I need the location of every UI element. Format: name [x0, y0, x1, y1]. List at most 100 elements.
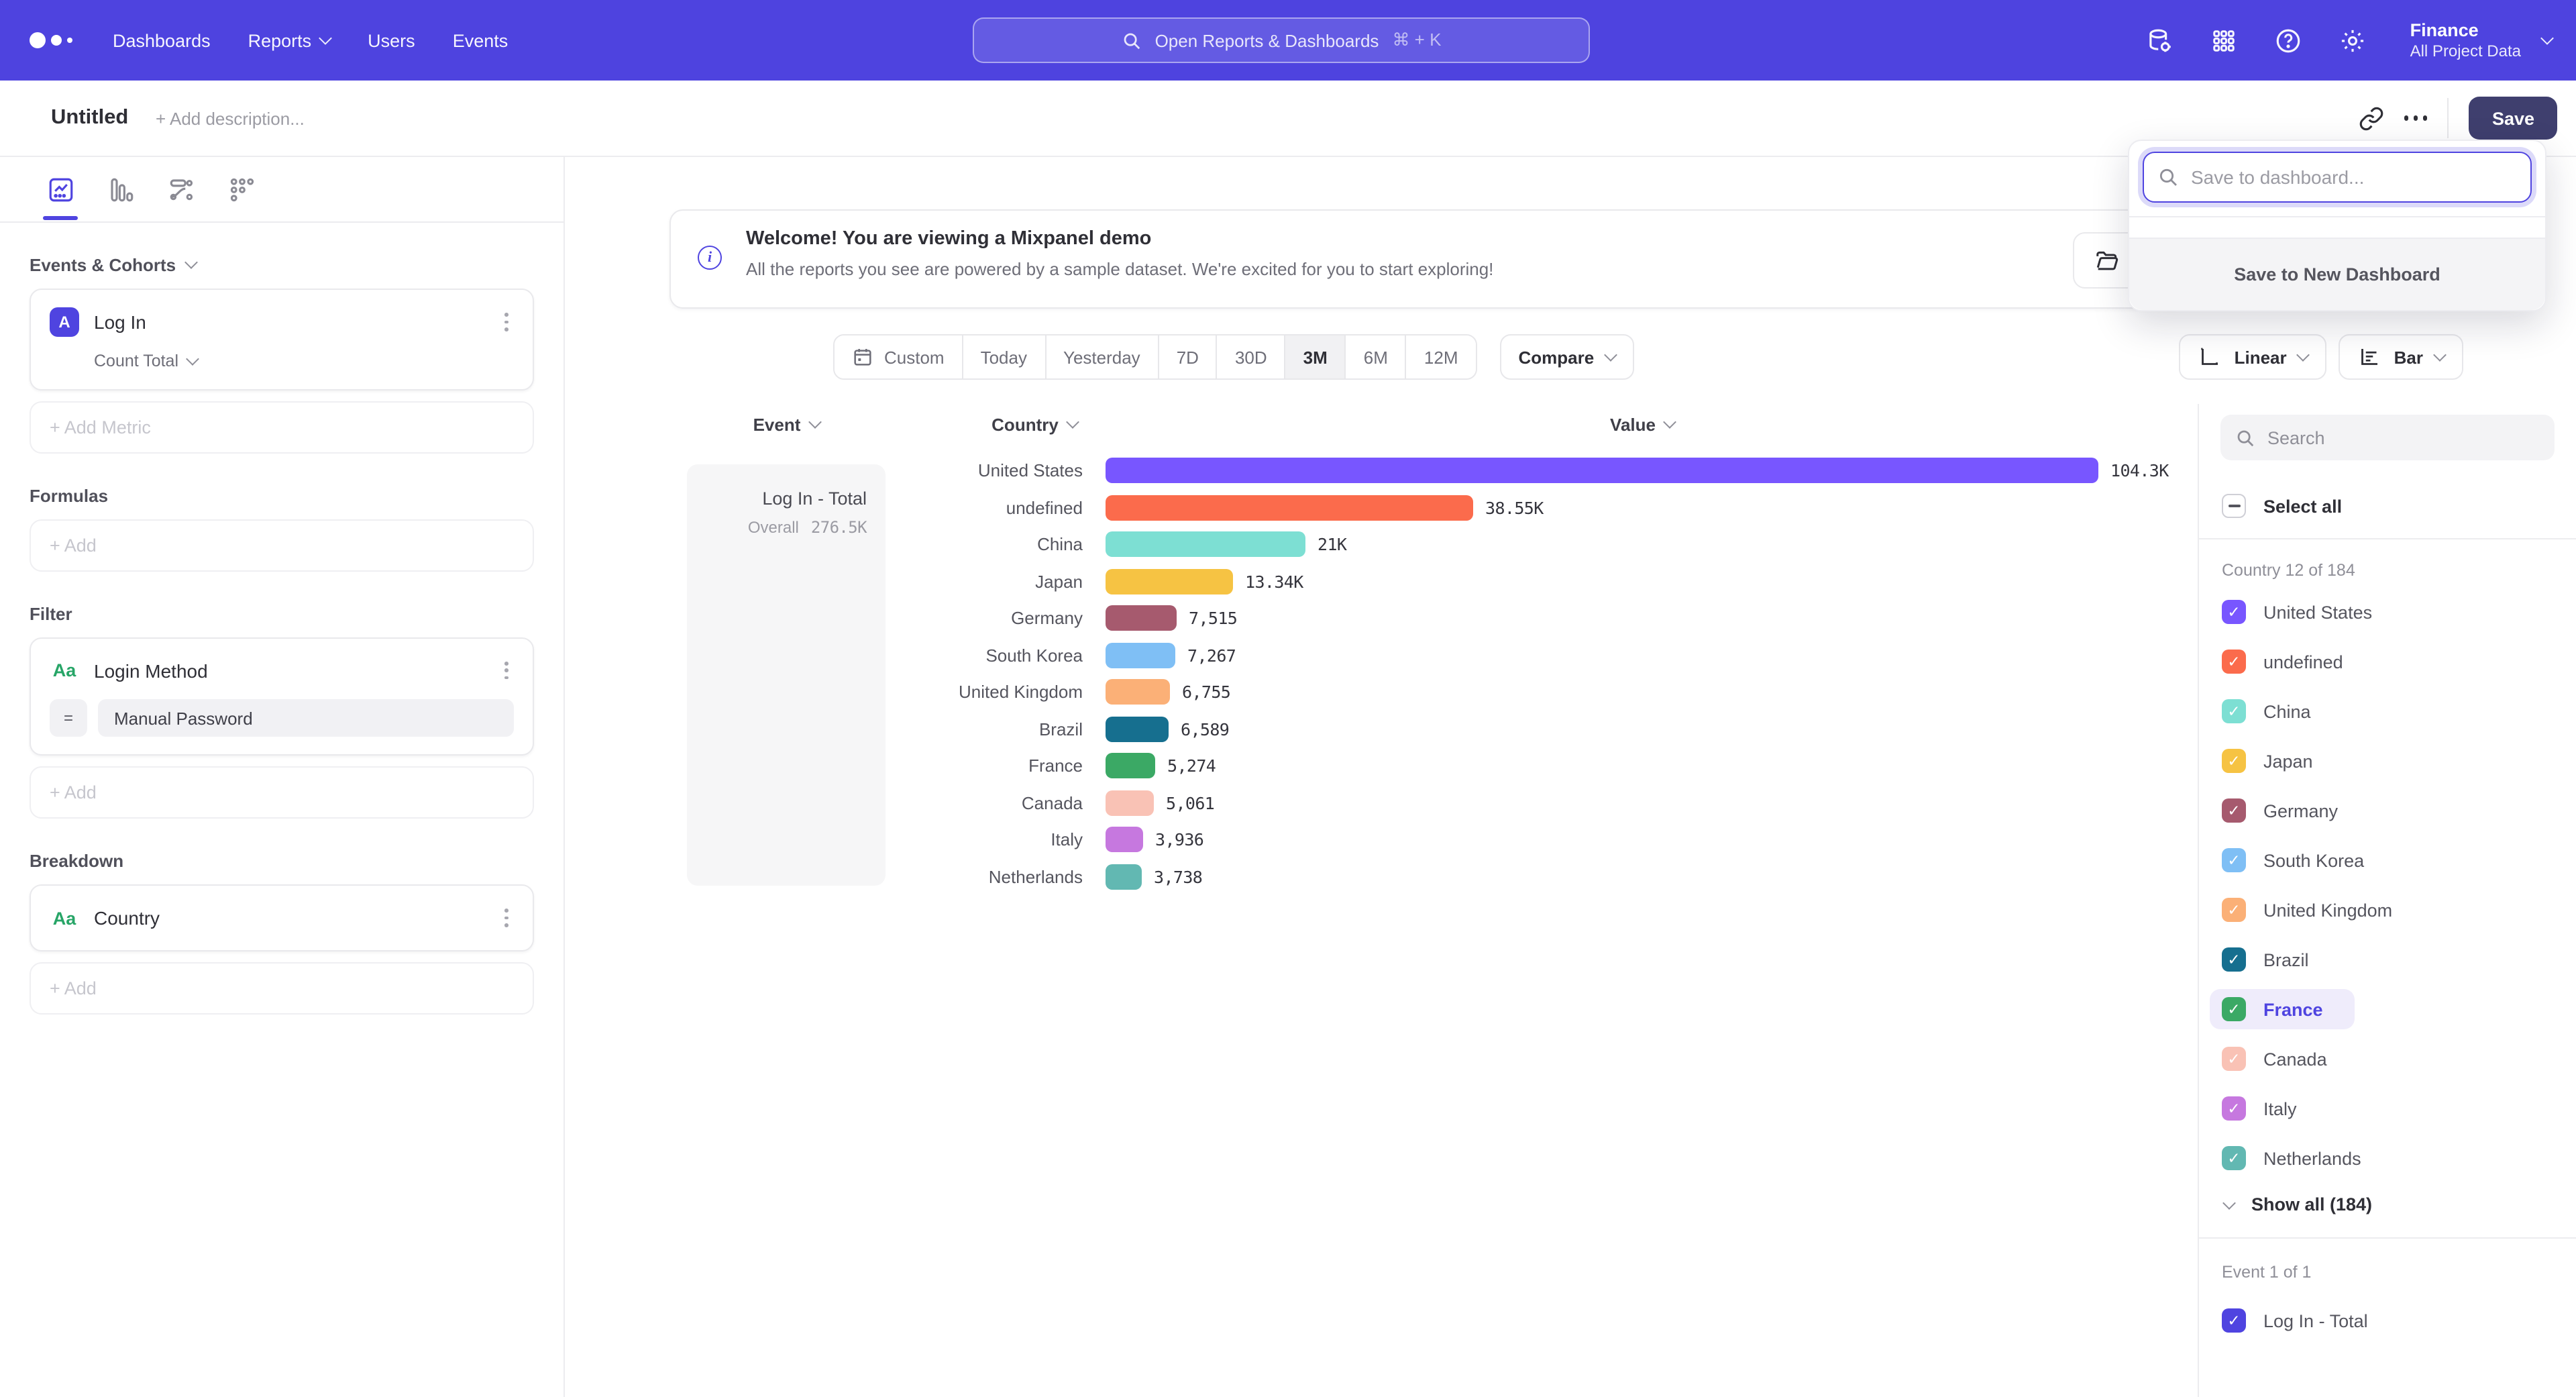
tab-flows[interactable]	[158, 166, 204, 212]
copy-link-icon[interactable]	[2359, 105, 2384, 131]
filter-header: Filter	[30, 604, 534, 624]
kebab-menu-icon[interactable]	[499, 308, 514, 337]
tab-funnels[interactable]	[98, 166, 144, 212]
chart-bar[interactable]	[1106, 532, 1305, 558]
chart-bar[interactable]	[1106, 754, 1155, 779]
range-today[interactable]: Today	[962, 335, 1044, 378]
checkbox-checked[interactable]: ✓	[2222, 1146, 2246, 1170]
scale-selector-button[interactable]: Linear	[2180, 334, 2327, 380]
filter-operator[interactable]: =	[50, 700, 87, 737]
legend-country-row[interactable]: ✓Italy	[2210, 1088, 2565, 1129]
chart-row: Germany7,515	[900, 600, 2184, 637]
show-all-button[interactable]: Show all (184)	[2224, 1194, 2555, 1214]
range-12m[interactable]: 12M	[1405, 335, 1476, 378]
tab-retention[interactable]	[219, 166, 264, 212]
legend-country-row[interactable]: ✓Canada	[2210, 1039, 2565, 1079]
help-icon[interactable]	[2273, 25, 2303, 55]
range-custom[interactable]: Custom	[835, 335, 962, 378]
more-options-icon[interactable]	[2404, 116, 2428, 121]
chart-type-selector-button[interactable]: Bar	[2339, 334, 2463, 380]
legend-event-row[interactable]: ✓ Log In - Total	[2210, 1300, 2565, 1341]
nav-item-users[interactable]: Users	[368, 30, 415, 50]
legend-country-row[interactable]: ✓Netherlands	[2210, 1138, 2565, 1178]
chart-bar[interactable]	[1106, 569, 1233, 594]
checkbox-checked[interactable]: ✓	[2222, 997, 2246, 1021]
checkbox-checked[interactable]: ✓	[2222, 947, 2246, 972]
range-3m[interactable]: 3M	[1285, 335, 1345, 378]
range-30d[interactable]: 30D	[1216, 335, 1285, 378]
add-description-button[interactable]: + Add description...	[156, 109, 305, 129]
chart-bar[interactable]	[1106, 606, 1177, 631]
legend-country-row[interactable]: ✓South Korea	[2210, 840, 2565, 880]
compare-button[interactable]: Compare	[1500, 334, 1635, 380]
chart-bar[interactable]	[1106, 864, 1142, 890]
metric-event-name[interactable]: Log In	[94, 311, 146, 333]
add-metric-button[interactable]: + Add Metric	[30, 401, 534, 454]
save-button[interactable]: Save	[2469, 97, 2557, 140]
breakdown-property-name[interactable]: Country	[94, 907, 160, 929]
range-yesterday[interactable]: Yesterday	[1044, 335, 1158, 378]
legend-country-row[interactable]: ✓France	[2210, 989, 2355, 1029]
checkbox-checked[interactable]: ✓	[2222, 1047, 2246, 1071]
save-dashboard-search-input[interactable]	[2191, 166, 2517, 188]
filter-card[interactable]: Aa Login Method = Manual Password	[30, 637, 534, 756]
save-dashboard-search[interactable]	[2143, 152, 2532, 203]
save-to-new-dashboard-button[interactable]: Save to New Dashboard	[2129, 238, 2545, 310]
add-breakdown-button[interactable]: + Add	[30, 962, 534, 1015]
checkbox-checked[interactable]: ✓	[2222, 1308, 2246, 1333]
kebab-menu-icon[interactable]	[499, 656, 514, 685]
nav-right-group: Finance All Project Data	[2145, 0, 2552, 81]
nav-item-dashboards[interactable]: Dashboards	[113, 30, 211, 50]
column-header-value[interactable]: Value	[1106, 415, 2179, 435]
legend-country-row[interactable]: ✓Japan	[2210, 741, 2565, 781]
checkbox-checked[interactable]: ✓	[2222, 650, 2246, 674]
legend-country-row[interactable]: ✓Brazil	[2210, 939, 2565, 980]
range-7d[interactable]: 7D	[1158, 335, 1216, 378]
add-formula-button[interactable]: + Add	[30, 519, 534, 572]
breakdown-card[interactable]: Aa Country	[30, 885, 534, 951]
chart-bar[interactable]	[1106, 827, 1143, 853]
events-cohorts-header[interactable]: Events & Cohorts	[30, 255, 534, 275]
report-title[interactable]: Untitled	[51, 106, 128, 130]
checkbox-indeterminate[interactable]	[2222, 494, 2246, 518]
checkbox-checked[interactable]: ✓	[2222, 798, 2246, 823]
legend-country-row[interactable]: ✓United Kingdom	[2210, 890, 2565, 930]
chart-bar[interactable]	[1106, 495, 1473, 521]
chart-bar[interactable]	[1106, 790, 1154, 816]
mixpanel-logo-icon[interactable]	[30, 32, 72, 48]
nav-item-events[interactable]: Events	[453, 30, 508, 50]
global-search-input[interactable]: Open Reports & Dashboards ⌘ + K	[973, 17, 1590, 63]
settings-gear-icon[interactable]	[2338, 25, 2367, 55]
legend-country-row[interactable]: ✓Germany	[2210, 790, 2565, 831]
project-switcher[interactable]: Finance All Project Data	[2410, 19, 2552, 61]
chart-bar[interactable]	[1106, 717, 1169, 742]
chart-bar[interactable]	[1106, 680, 1170, 705]
metric-card[interactable]: A Log In Count Total	[30, 289, 534, 391]
aggregation-selector[interactable]: Count Total	[94, 352, 514, 370]
legend-country-row[interactable]: ✓United States	[2210, 592, 2565, 632]
legend-country-row[interactable]: ✓China	[2210, 691, 2565, 731]
checkbox-checked[interactable]: ✓	[2222, 898, 2246, 922]
select-all-row[interactable]: Select all	[2222, 494, 2555, 518]
kebab-menu-icon[interactable]	[499, 904, 514, 933]
legend-search-input[interactable]: Search	[2220, 415, 2555, 460]
chart-bar[interactable]	[1106, 643, 1175, 668]
checkbox-checked[interactable]: ✓	[2222, 699, 2246, 723]
checkbox-checked[interactable]: ✓	[2222, 749, 2246, 773]
nav-item-reports[interactable]: Reports	[248, 30, 331, 50]
filter-property-name[interactable]: Login Method	[94, 660, 208, 681]
tab-insights[interactable]	[38, 166, 83, 212]
legend-country-row[interactable]: ✓undefined	[2210, 641, 2565, 682]
checkbox-checked[interactable]: ✓	[2222, 1096, 2246, 1121]
column-header-event[interactable]: Event	[687, 415, 885, 435]
event-series-cell[interactable]: Log In - Total Overall 276.5K	[687, 464, 885, 886]
query-builder-sidebar: Events & Cohorts A Log In Count Total + …	[0, 157, 565, 1397]
checkbox-checked[interactable]: ✓	[2222, 848, 2246, 872]
checkbox-checked[interactable]: ✓	[2222, 600, 2246, 624]
range-6m[interactable]: 6M	[1345, 335, 1405, 378]
chart-bar[interactable]	[1106, 458, 2098, 484]
filter-value[interactable]: Manual Password	[98, 700, 514, 737]
data-management-icon[interactable]	[2145, 25, 2174, 55]
add-filter-button[interactable]: + Add	[30, 767, 534, 819]
apps-grid-icon[interactable]	[2209, 25, 2239, 55]
